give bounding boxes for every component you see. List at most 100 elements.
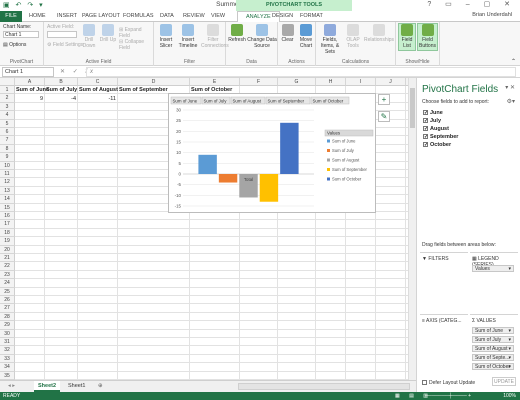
row-header[interactable]: 19 (0, 237, 15, 246)
row-header[interactable]: 32 (0, 346, 15, 355)
row-header[interactable]: 21 (0, 254, 15, 263)
field-item-august[interactable]: ✓ August (423, 126, 449, 132)
insert-timeline-button[interactable]: Insert Timeline (177, 24, 199, 49)
row-header[interactable]: 31 (0, 338, 15, 347)
expand-field-button[interactable]: ⊞ Expand Field (119, 27, 153, 39)
row-header[interactable]: 15 (0, 203, 15, 212)
row-header[interactable]: 4 (0, 111, 15, 120)
axis-area[interactable]: ≡ AXIS (CATEG... (420, 314, 468, 374)
field-checkbox[interactable]: ✓ (423, 134, 428, 140)
name-box[interactable]: Chart 1 (2, 67, 54, 77)
relationships-button[interactable]: Relationships (363, 24, 395, 43)
tab-page-layout[interactable]: PAGE LAYOUT (82, 11, 120, 22)
table-value-cell[interactable]: -11 (78, 96, 116, 102)
fields-items-sets-button[interactable]: Fields, Items, & Sets (317, 24, 343, 55)
row-header[interactable]: 7 (0, 136, 15, 145)
row-header[interactable]: 8 (0, 144, 15, 154)
update-button[interactable]: UPDATE (492, 377, 516, 386)
change-data-source-button[interactable]: Change Data Source (247, 24, 277, 49)
values-area[interactable]: Σ VALUES Sum of June Sum of July Sum of Au… (470, 314, 518, 374)
field-checkbox[interactable]: ✓ (423, 142, 428, 148)
tab-formulas[interactable]: FORMULAS (123, 11, 154, 22)
field-item-september[interactable]: ✓ September (423, 134, 458, 140)
row-header[interactable]: 14 (0, 195, 15, 204)
sheet-tab-sheet2[interactable]: Sheet2 (34, 381, 61, 392)
defer-checkbox-box[interactable] (422, 380, 427, 386)
field-item-october[interactable]: ✓ October (423, 142, 451, 148)
table-header-cell[interactable]: Sum of August (79, 87, 118, 93)
row-header[interactable]: 6 (0, 128, 15, 137)
column-header-j[interactable]: J (376, 78, 406, 86)
field-checkbox[interactable]: ✓ (423, 110, 428, 116)
chart-elements-icon[interactable]: + (378, 94, 390, 105)
row-header[interactable]: 5 (0, 119, 15, 128)
column-header-b[interactable]: B (45, 78, 78, 86)
defer-update-checkbox[interactable]: Defer Layout Update (422, 380, 475, 386)
clear-button[interactable]: Clear (279, 24, 296, 43)
field-list-button[interactable]: Field List (398, 23, 416, 51)
chart-styles-icon[interactable]: ✎ (378, 111, 390, 122)
tab-view[interactable]: VIEW (211, 11, 225, 22)
vertical-scrollbar[interactable] (408, 78, 416, 382)
value-item[interactable]: Sum of June (472, 327, 514, 334)
pane-close-icon[interactable]: ▾ ✕ (505, 84, 515, 91)
chart-name-input[interactable]: Chart 1 (3, 31, 39, 38)
window-controls[interactable]: ? ▭ – ▢ ✕ (427, 0, 516, 8)
field-buttons-button[interactable]: Field Buttons (417, 23, 438, 51)
zoom-level[interactable]: 100% (503, 392, 516, 400)
row-header[interactable]: 24 (0, 279, 15, 288)
pane-settings-icon[interactable]: ⚙▾ (507, 98, 515, 105)
row-header[interactable]: 28 (0, 312, 15, 322)
table-header-cell[interactable]: Sum of July (46, 87, 77, 93)
row-header[interactable]: 3 (0, 102, 15, 112)
drill-down-button[interactable]: Drill Down (80, 24, 98, 49)
tab-design[interactable]: DESIGN (272, 11, 293, 22)
table-value-cell[interactable]: 9 (15, 96, 43, 102)
column-header-a[interactable]: A (15, 78, 45, 86)
row-header[interactable]: 25 (0, 287, 15, 296)
row-header[interactable]: 2 (0, 94, 15, 103)
sheet-tab-sheet1[interactable]: Sheet1 (64, 381, 89, 392)
column-header-c[interactable]: C (78, 78, 118, 86)
table-header-cell[interactable]: Sum of September (119, 87, 168, 93)
row-header[interactable]: 9 (0, 153, 15, 162)
row-header[interactable]: 13 (0, 186, 15, 196)
field-checkbox[interactable]: ✓ (423, 118, 428, 124)
sheet-nav-icon[interactable]: ◂ ▸ (4, 381, 19, 392)
refresh-button[interactable]: Refresh (228, 24, 246, 43)
column-header-g[interactable]: G (278, 78, 316, 86)
quick-access-toolbar[interactable]: ▣ ↶ ↷ ▾ (3, 1, 45, 9)
options-button[interactable]: ▤ Options (3, 42, 26, 48)
olap-tools-button[interactable]: OLAP Tools (344, 24, 362, 49)
row-header[interactable]: 27 (0, 304, 15, 313)
table-header-cell[interactable]: Sum of June (16, 87, 49, 93)
row-header[interactable]: 34 (0, 363, 15, 372)
value-item[interactable]: Sum of Septe... (472, 354, 514, 361)
row-header[interactable]: 29 (0, 321, 15, 330)
filter-connections-button[interactable]: Filter Connections (201, 24, 229, 49)
column-header-h[interactable]: H (316, 78, 346, 86)
row-header[interactable]: 16 (0, 212, 15, 221)
active-field-input[interactable] (47, 31, 77, 38)
collapse-field-button[interactable]: ⊟ Collapse Field (119, 39, 153, 51)
horizontal-scrollbar[interactable] (238, 383, 410, 390)
user-name[interactable]: Brian Underdahl (472, 12, 512, 18)
legend-area[interactable]: ▦ LEGEND (SERIES) Values (470, 252, 518, 312)
column-header-f[interactable]: F (240, 78, 278, 86)
pivot-chart[interactable]: Sum of June Sum of July Sum of August Sum o… (168, 93, 376, 213)
select-all-corner[interactable] (0, 78, 15, 86)
new-sheet-icon[interactable]: ⊕ (94, 381, 107, 392)
row-header[interactable]: 17 (0, 220, 15, 229)
column-header-i[interactable]: I (346, 78, 376, 86)
row-header[interactable]: 22 (0, 262, 15, 271)
value-item[interactable]: Sum of October (472, 363, 514, 370)
row-header[interactable]: 35 (0, 371, 15, 380)
tab-insert[interactable]: INSERT (57, 11, 77, 22)
value-item[interactable]: Sum of August (472, 345, 514, 352)
field-item-july[interactable]: ✓ July (423, 118, 441, 124)
row-header[interactable]: 18 (0, 228, 15, 238)
field-checkbox[interactable]: ✓ (423, 126, 428, 132)
formula-input[interactable] (86, 67, 516, 77)
row-header[interactable]: 12 (0, 178, 15, 187)
tab-home[interactable]: HOME (29, 11, 46, 22)
